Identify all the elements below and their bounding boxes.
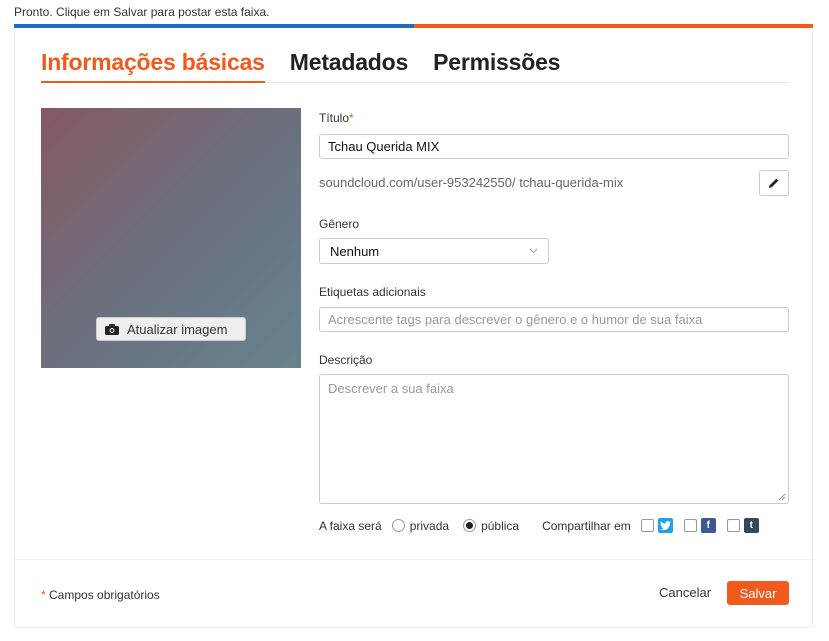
chevron-down-icon <box>529 248 538 254</box>
upload-edit-card: Informações básicas Metadados Permissões… <box>14 28 814 628</box>
save-button[interactable]: Salvar <box>727 581 789 605</box>
pencil-icon <box>769 178 779 188</box>
facebook-icon: f <box>700 518 716 533</box>
title-label-text: Título <box>319 111 350 125</box>
permalink-text: soundcloud.com/user-953242550/ tchau-que… <box>319 175 624 190</box>
share-facebook-checkbox[interactable] <box>683 519 697 532</box>
privacy-public-label[interactable]: pública <box>481 519 519 533</box>
tab-permissions[interactable]: Permissões <box>433 48 560 83</box>
track-artwork: Atualizar imagem <box>41 108 301 368</box>
privacy-public-radio[interactable] <box>463 519 477 532</box>
tags-input[interactable]: Acrescente tags para descrever o gênero … <box>319 307 789 332</box>
privacy-private-radio[interactable] <box>391 519 405 532</box>
required-note-text: Campos obrigatórios <box>49 588 160 602</box>
title-input[interactable]: Tchau Querida MIX <box>319 134 789 159</box>
radio-selected-dot <box>466 522 474 529</box>
description-textarea[interactable]: Descrever a sua faixa <box>319 374 789 504</box>
privacy-row: A faixa será privada pública Compartilha… <box>319 518 759 533</box>
privacy-private-label[interactable]: privada <box>410 519 449 533</box>
required-fields-note: * Campos obrigatórios <box>41 588 160 602</box>
resize-grip-icon[interactable] <box>778 493 786 501</box>
genre-label: Gênero <box>319 217 360 231</box>
cancel-button[interactable]: Cancelar <box>659 585 711 600</box>
tumblr-icon: t <box>743 518 759 533</box>
share-label: Compartilhar em <box>542 518 631 533</box>
form-footer: * Campos obrigatórios Cancelar Salvar <box>15 559 814 628</box>
privacy-label: A faixa será <box>319 518 382 533</box>
genre-select-value: Nenhum <box>330 243 380 259</box>
camera-icon <box>105 323 119 335</box>
status-message: Pronto. Clique em Salvar para postar est… <box>14 5 270 19</box>
share-tumblr-checkbox[interactable] <box>726 519 740 532</box>
description-placeholder: Descrever a sua faixa <box>328 381 454 396</box>
tab-metadata[interactable]: Metadados <box>290 48 409 83</box>
tab-bar: Informações básicas Metadados Permissões <box>41 48 789 83</box>
edit-permalink-button[interactable] <box>759 170 789 196</box>
update-image-label: Atualizar imagem <box>127 321 228 337</box>
title-label: Título* <box>319 111 354 125</box>
description-label: Descrição <box>319 353 373 367</box>
share-twitter-checkbox[interactable] <box>640 519 654 532</box>
required-star: * <box>349 111 354 125</box>
tab-basic-info[interactable]: Informações básicas <box>41 48 265 83</box>
twitter-icon <box>657 518 673 533</box>
genre-select[interactable]: Nenhum <box>319 238 549 264</box>
required-note-star: * <box>41 588 46 602</box>
tags-label: Etiquetas adicionais <box>319 285 426 299</box>
update-image-button[interactable]: Atualizar imagem <box>96 317 246 341</box>
